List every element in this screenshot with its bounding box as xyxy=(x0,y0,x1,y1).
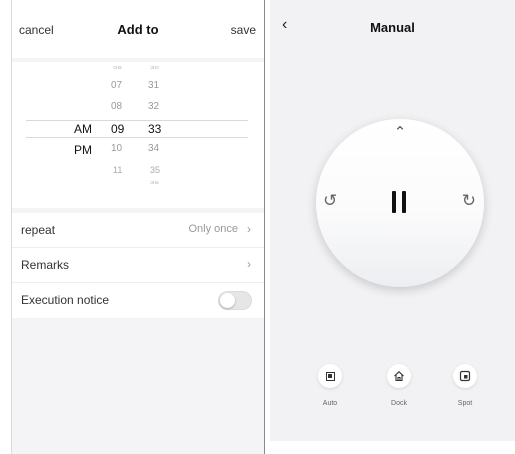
remarks-label: Remarks xyxy=(21,258,70,272)
minute-option[interactable]: 30 xyxy=(150,65,159,70)
auto-mode-label: Auto xyxy=(322,400,338,407)
pause-button[interactable] xyxy=(389,191,411,213)
rotate-left-icon[interactable]: ↺ xyxy=(323,191,337,211)
chevron-right-icon: › xyxy=(247,222,251,236)
minute-option[interactable]: 36 xyxy=(150,180,159,185)
execution-notice-toggle[interactable] xyxy=(218,291,252,310)
pause-bar-right xyxy=(402,191,406,213)
chevron-right-icon: › xyxy=(247,257,251,271)
hour-option[interactable]: 08 xyxy=(111,101,122,112)
dock-mode-label: Dock xyxy=(391,400,407,407)
picker-selection-top-line xyxy=(26,120,248,121)
hour-option[interactable]: 10 xyxy=(111,143,122,154)
page-title: Add to xyxy=(117,22,159,37)
minute-option[interactable]: 35 xyxy=(150,165,160,175)
screenshot-stage: cancel Add to save 06 07 08 09 10 11 30 … xyxy=(0,0,515,454)
home-icon xyxy=(387,364,411,388)
save-button[interactable]: save xyxy=(231,23,256,37)
repeat-value: Only once xyxy=(188,223,238,235)
dock-mode-button[interactable]: Dock xyxy=(379,364,419,407)
hour-option[interactable]: 11 xyxy=(113,165,122,175)
execution-notice-row: Execution notice xyxy=(12,283,264,318)
forward-arrow-icon[interactable]: ⌃ xyxy=(316,123,484,141)
minute-option[interactable]: 34 xyxy=(148,143,159,154)
add-header: cancel Add to save xyxy=(12,0,264,58)
direction-control-pad: ⌃ ↺ ↻ xyxy=(316,119,484,287)
settings-list: repeat Only once › Remarks › Execution n… xyxy=(12,213,264,318)
square-icon xyxy=(318,364,342,388)
minute-option[interactable]: 32 xyxy=(148,101,159,112)
spot-mode-button[interactable]: Spot xyxy=(445,364,485,407)
picker-selection-bottom-line xyxy=(26,137,248,138)
hour-option[interactable]: 06 xyxy=(113,65,122,70)
minute-selected[interactable]: 33 xyxy=(148,122,161,136)
pause-bar-left xyxy=(392,191,396,213)
manual-control-screen: ‹ Manual ⌃ ↺ ↻ Auto Dock Spot xyxy=(270,0,515,441)
auto-mode-button[interactable]: Auto xyxy=(310,364,350,407)
add-schedule-screen: cancel Add to save 06 07 08 09 10 11 30 … xyxy=(11,0,265,454)
toggle-knob xyxy=(220,293,235,308)
hour-option[interactable]: 07 xyxy=(111,80,122,91)
page-title: Manual xyxy=(370,20,415,35)
repeat-label: repeat xyxy=(21,223,56,237)
execution-notice-label: Execution notice xyxy=(21,293,110,307)
remarks-row[interactable]: Remarks › xyxy=(12,248,264,283)
pm-option[interactable]: PM xyxy=(74,143,92,157)
am-option[interactable]: AM xyxy=(74,122,92,136)
repeat-row[interactable]: repeat Only once › xyxy=(12,213,264,248)
spot-icon xyxy=(453,364,477,388)
minute-option[interactable]: 31 xyxy=(148,80,159,91)
spot-mode-label: Spot xyxy=(457,400,473,407)
hour-selected[interactable]: 09 xyxy=(111,122,124,136)
time-picker[interactable]: 06 07 08 09 10 11 30 31 32 33 34 35 36 A… xyxy=(12,62,264,208)
rotate-right-icon[interactable]: ↻ xyxy=(462,191,476,211)
